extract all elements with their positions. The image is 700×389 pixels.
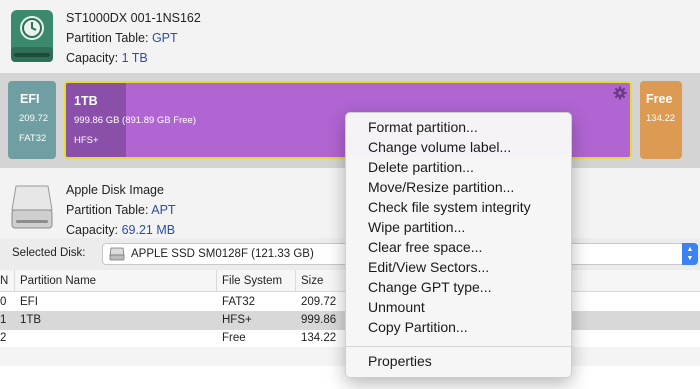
menu-item-copy-partition[interactable]: Copy Partition... (368, 319, 468, 335)
partition-fs: FAT32 (19, 133, 47, 144)
cell-size: 134.22 (301, 332, 337, 344)
cell-n: 2 (0, 332, 7, 344)
menu-item-delete-partition[interactable]: Delete partition... (368, 159, 474, 175)
partition-size: 209.72 (19, 113, 49, 124)
partition-block-free[interactable]: Free 134.22 (640, 81, 682, 159)
menu-item-edit-view-sectors[interactable]: Edit/View Sectors... (368, 259, 489, 275)
disk-2-capacity: Capacity: 69.21 MB (66, 223, 176, 237)
disk-1-header[interactable]: ST1000DX 001-1NS162 Partition Table: GPT… (0, 0, 700, 73)
disk-1-partition-table: Partition Table: GPT (66, 31, 178, 45)
cell-n: 1 (0, 314, 7, 326)
partition-name: Free (646, 92, 673, 106)
column-divider (295, 270, 296, 292)
cell-partition-name: EFI (20, 296, 38, 308)
time-machine-disk-icon (11, 10, 53, 62)
col-header-file-system[interactable]: File System (222, 275, 282, 287)
selected-disk-label: Selected Disk: (12, 247, 86, 259)
partition-block-efi[interactable]: EFI 209.72 FAT32 (8, 81, 56, 159)
external-disk-icon (11, 185, 53, 229)
partition-name: EFI (20, 92, 40, 106)
column-divider (14, 270, 15, 292)
disk-1-partition-table-value: GPT (151, 31, 178, 45)
select-stepper-icon[interactable]: ▲ ▼ (682, 243, 698, 265)
partition-size: 999.86 GB (891.89 GB Free) (74, 115, 196, 126)
menu-item-wipe-partition[interactable]: Wipe partition... (368, 219, 465, 235)
disk-1-name: ST1000DX 001-1NS162 (66, 11, 201, 25)
column-divider (216, 270, 217, 292)
disk-2-info: Apple Disk Image Partition Table: APT Ca… (66, 180, 176, 240)
menu-item-unmount[interactable]: Unmount (368, 299, 425, 315)
cell-file-system: FAT32 (222, 296, 256, 308)
disk-1-capacity: Capacity: 1 TB (66, 51, 148, 65)
gear-icon[interactable] (613, 86, 627, 100)
menu-item-clear-free-space[interactable]: Clear free space... (368, 239, 482, 255)
menu-item-change-gpt-type[interactable]: Change GPT type... (368, 279, 491, 295)
cell-partition-name: 1TB (20, 314, 42, 326)
ssd-icon (109, 247, 125, 261)
menu-item-move-resize-partition[interactable]: Move/Resize partition... (368, 179, 514, 195)
partition-fs: HFS+ (74, 135, 99, 146)
disk-2-capacity-value: 69.21 MB (121, 223, 176, 237)
selected-disk-value: APPLE SSD SM0128F (121.33 GB) (131, 248, 314, 260)
cell-size: 999.86 (301, 314, 337, 326)
disk-2-partition-table: Partition Table: APT (66, 203, 176, 217)
col-header-partition-name[interactable]: Partition Name (20, 275, 96, 287)
cell-file-system: HFS+ (222, 314, 252, 326)
disk-1-info: ST1000DX 001-1NS162 Partition Table: GPT… (66, 8, 201, 68)
col-header-n[interactable]: N (0, 275, 8, 287)
partition-context-menu: Format partition... Change volume label.… (345, 112, 572, 378)
menu-item-format-partition[interactable]: Format partition... (368, 119, 478, 135)
partition-name: 1TB (74, 94, 98, 108)
disk-1-capacity-value: 1 TB (121, 51, 148, 65)
cell-file-system: Free (222, 332, 246, 344)
disk-2-partition-table-value: APT (151, 203, 176, 217)
menu-item-check-file-system-integrity[interactable]: Check file system integrity (368, 199, 531, 215)
partition-size: 134.22 (646, 113, 676, 124)
menu-item-properties[interactable]: Properties (368, 353, 432, 369)
col-header-size[interactable]: Size (301, 275, 323, 287)
cell-size: 209.72 (301, 296, 337, 308)
menu-separator (346, 346, 571, 347)
disk-2-name: Apple Disk Image (66, 183, 164, 197)
menu-item-change-volume-label[interactable]: Change volume label... (368, 139, 511, 155)
cell-n: 0 (0, 296, 7, 308)
